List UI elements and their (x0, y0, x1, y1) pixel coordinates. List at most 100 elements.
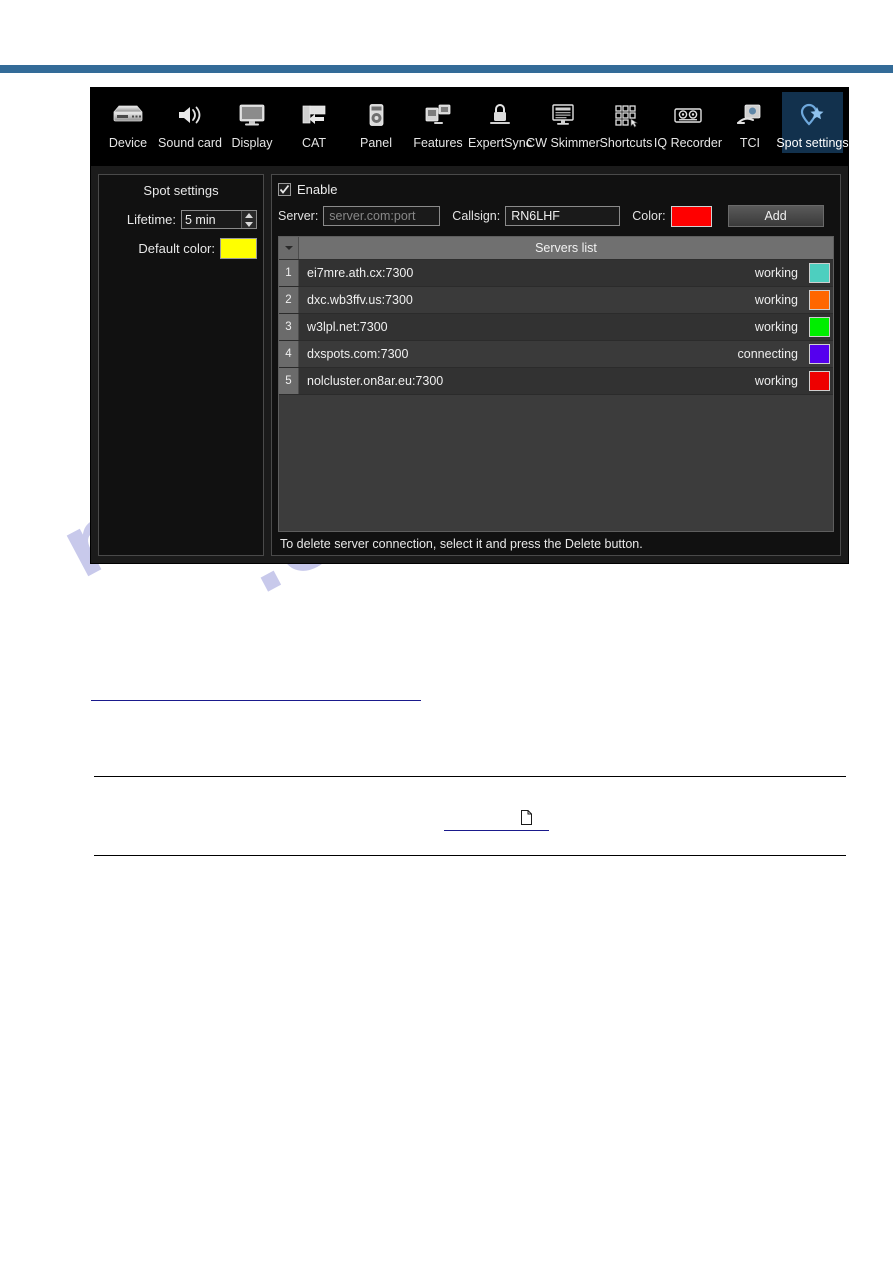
callsign-label: Callsign: (452, 209, 501, 223)
servers-group: Enable Server: Callsign: Color: Add Serv… (271, 174, 841, 556)
chevron-down-icon (285, 246, 293, 250)
row-index: 3 (279, 314, 299, 340)
toolbar-label-spot-settings: Spot settings (776, 136, 849, 150)
lifetime-decrement-button[interactable] (242, 220, 256, 229)
index-column-header[interactable] (279, 237, 299, 259)
server-label: Server: (278, 209, 319, 223)
lifetime-label: Lifetime: (126, 212, 176, 227)
lifetime-increment-button[interactable] (242, 211, 256, 220)
document-page-icon (521, 810, 532, 825)
server-address: w3lpl.net:7300 (307, 320, 388, 334)
toolbar-item-shortcuts[interactable]: Shortcuts (596, 92, 656, 153)
enable-checkbox[interactable] (278, 183, 291, 196)
row-index: 2 (279, 287, 299, 313)
page-rule-1 (91, 700, 421, 701)
toolbar-label-expertsync: ExpertSync (468, 136, 532, 150)
table-row[interactable]: 1 ei7mre.ath.cx:7300 working (279, 260, 833, 287)
toolbar-label-cat: CAT (301, 136, 327, 150)
toolbar-label-tci: TCI (739, 136, 761, 150)
lifetime-value: 5 min (185, 212, 216, 227)
default-color-row: Default color: (105, 238, 257, 259)
toolbar-item-display[interactable]: Display (222, 92, 282, 153)
toolbar-item-spot-settings[interactable]: Spot settings (776, 92, 849, 153)
shortcuts-icon (609, 96, 643, 134)
enable-row: Enable (278, 182, 834, 197)
status-badge: working (754, 320, 798, 334)
toolbar-label-shortcuts: Shortcuts (599, 136, 653, 150)
page-rule-3 (444, 830, 549, 831)
toolbar-item-panel[interactable]: Panel (346, 92, 406, 153)
servers-list-header-title: Servers list (535, 241, 597, 255)
server-color-swatch[interactable] (805, 341, 833, 367)
add-server-row: Server: Callsign: Color: Add (278, 205, 834, 227)
toolbar-item-cw-skimmer[interactable]: CW Skimmer (526, 92, 600, 153)
device-icon (111, 96, 145, 134)
tci-icon (733, 96, 767, 134)
panel-icon (359, 96, 393, 134)
row-index: 4 (279, 341, 299, 367)
toolbar-label-iq-recorder: IQ Recorder (653, 136, 722, 150)
toolbar-item-tci[interactable]: TCI (720, 92, 780, 153)
speaker-icon (173, 96, 207, 134)
servers-list-body: 1 ei7mre.ath.cx:7300 working 2 dxc.wb3ffv.us… (279, 260, 833, 531)
settings-body: Spot settings Lifetime: 5 min Default co… (91, 166, 848, 563)
toolbar-label-cw-skimmer: CW Skimmer (526, 136, 600, 150)
features-icon (421, 96, 455, 134)
servers-list-table: Servers list 1 ei7mre.ath.cx:7300 working 2… (278, 236, 834, 532)
iq-recorder-icon (671, 96, 705, 134)
new-server-color-swatch[interactable] (670, 205, 712, 227)
toolbar-item-device[interactable]: Device (98, 92, 158, 153)
servers-list-header: Servers list (279, 237, 833, 260)
cat-icon (297, 96, 331, 134)
table-row[interactable]: 3 w3lpl.net:7300 working (279, 314, 833, 341)
delete-hint: To delete server connection, select it a… (280, 537, 643, 551)
server-color-swatch[interactable] (805, 260, 833, 286)
spot-settings-group: Spot settings Lifetime: 5 min Default co… (98, 174, 264, 556)
map-pin-star-icon (795, 96, 829, 134)
table-row[interactable]: 5 nolcluster.on8ar.eu:7300 working (279, 368, 833, 395)
toolbar-item-sound-card[interactable]: Sound card (158, 92, 222, 153)
toolbar-item-cat[interactable]: CAT (284, 92, 344, 153)
page-header-band (0, 65, 893, 73)
status-badge: working (754, 293, 798, 307)
default-color-label: Default color: (138, 241, 215, 256)
server-input[interactable] (323, 206, 441, 226)
application-window: Device Sound card Display CAT Panel Feat… (91, 88, 849, 563)
lifetime-stepper[interactable]: 5 min (181, 210, 257, 229)
table-row[interactable]: 2 dxc.wb3ffv.us:7300 working (279, 287, 833, 314)
enable-label: Enable (297, 182, 338, 197)
default-color-swatch[interactable] (220, 238, 257, 259)
monitor-icon (235, 96, 269, 134)
lifetime-row: Lifetime: 5 min (105, 210, 257, 229)
server-color-swatch[interactable] (805, 368, 833, 394)
lock-icon (483, 96, 517, 134)
row-index: 5 (279, 368, 299, 394)
toolbar-label-features: Features (413, 136, 463, 150)
page-rule-2 (94, 776, 846, 777)
toolbar-item-iq-recorder[interactable]: IQ Recorder (654, 92, 722, 153)
toolbar-item-features[interactable]: Features (408, 92, 468, 153)
checkmark-icon (279, 184, 290, 194)
status-badge: working (754, 374, 798, 388)
server-color-swatch[interactable] (805, 287, 833, 313)
spot-settings-title: Spot settings (143, 183, 219, 198)
server-address: nolcluster.on8ar.eu:7300 (307, 374, 444, 388)
settings-toolbar: Device Sound card Display CAT Panel Feat… (91, 88, 849, 166)
toolbar-label-sound-card: Sound card (158, 136, 222, 150)
add-button[interactable]: Add (727, 205, 824, 227)
toolbar-label-display: Display (231, 136, 273, 150)
server-color-swatch[interactable] (805, 314, 833, 340)
server-address: dxspots.com:7300 (307, 347, 409, 361)
server-address: dxc.wb3ffv.us:7300 (307, 293, 413, 307)
cw-skimmer-icon (546, 96, 580, 134)
page-rule-4 (94, 855, 846, 856)
table-row[interactable]: 4 dxspots.com:7300 connecting (279, 341, 833, 368)
lifetime-stepper-buttons[interactable] (241, 211, 256, 228)
toolbar-item-expertsync[interactable]: ExpertSync (468, 92, 532, 153)
toolbar-label-device: Device (108, 136, 148, 150)
toolbar-label-panel: Panel (360, 136, 392, 150)
color-label: Color: (632, 209, 666, 223)
callsign-input[interactable] (505, 206, 621, 226)
status-badge: connecting (737, 347, 798, 361)
server-address: ei7mre.ath.cx:7300 (307, 266, 414, 280)
